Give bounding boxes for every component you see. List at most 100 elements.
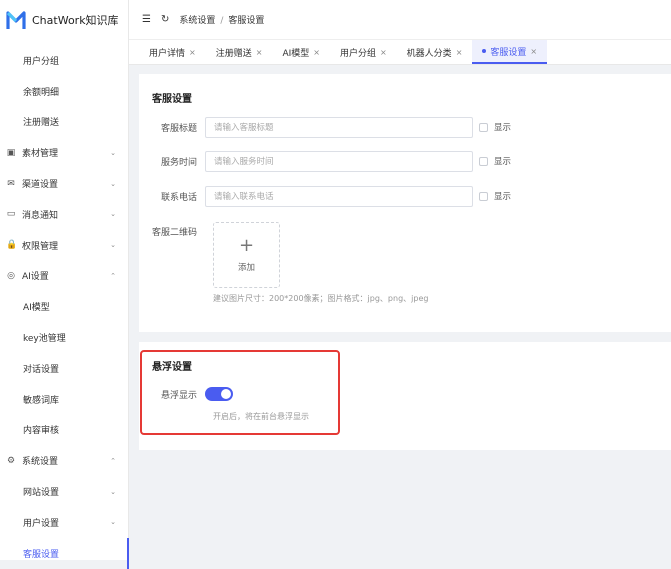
sidebar-item[interactable]: 网站设置 ⌄ [0, 476, 128, 507]
sidebar-item-label: 内容审核 [23, 426, 60, 437]
sidebar-item-label: 素材管理 [22, 149, 59, 160]
sidebar-item-label: 系统设置 [22, 457, 59, 468]
tab-label: 用户分组 [339, 48, 376, 59]
sidebar-item[interactable]: ▣ 素材管理 ⌄ [0, 137, 128, 168]
tab[interactable]: AI模型 × [272, 40, 330, 64]
chevron-up-icon: ⌃ [110, 271, 116, 280]
checkbox-box[interactable] [479, 191, 488, 201]
sidebar-item[interactable]: ▭ 消息通知 ⌄ [0, 199, 128, 230]
breadcrumb-item[interactable]: 系统设置 [179, 16, 215, 26]
sidebar-item-label: AI设置 [22, 272, 49, 283]
field-label: 联系电话 [160, 192, 197, 203]
tab-label: 机器人分类 [406, 48, 452, 59]
sidebar-item[interactable]: ◎ AI设置 ⌃ [0, 261, 128, 292]
sidebar-item[interactable]: AI模型 [0, 291, 128, 322]
sidebar-item-label: 网站设置 [23, 488, 60, 499]
show-phone-checkbox[interactable]: 显示 [479, 190, 511, 202]
checkbox-label: 显示 [494, 123, 512, 133]
sidebar-item[interactable]: 对话设置 [0, 353, 128, 384]
sidebar-item-label: 渠道设置 [22, 180, 59, 191]
tab[interactable]: 用户详情 × [139, 40, 206, 64]
sidebar-item-label: AI模型 [23, 303, 50, 314]
show-hours-checkbox[interactable]: 显示 [479, 155, 511, 167]
service-settings-card: 客服设置 客服标题 请输入客服标题 显示 服务时间 请输入服务时间 显示 联系电… [139, 74, 671, 332]
close-icon[interactable]: × [530, 47, 537, 56]
field-label: 服务时间 [160, 157, 197, 168]
chevron-down-icon: ⌄ [110, 179, 116, 188]
active-dot-icon [482, 49, 487, 53]
qrcode-upload-button[interactable]: + 添加 [213, 222, 280, 288]
form-row-title: 客服标题 请输入客服标题 显示 [139, 116, 511, 138]
logo[interactable]: ChatWork知识库 [0, 0, 128, 40]
service-hours-input[interactable]: 请输入服务时间 [205, 150, 473, 172]
close-icon[interactable]: × [256, 48, 263, 57]
sidebar-item[interactable]: 🔒 权限管理 ⌄ [0, 230, 128, 261]
sidebar-item-label: 消息通知 [22, 210, 59, 221]
upload-hint: 建议图片尺寸：200*200像素；图片格式：jpg、png、jpeg [213, 294, 429, 303]
message-icon: ▭ [6, 209, 16, 220]
chevron-down-icon: ⌄ [110, 148, 116, 157]
close-icon[interactable]: × [313, 48, 320, 57]
sidebar-item[interactable]: ✉ 渠道设置 ⌄ [0, 168, 128, 199]
sidebar-item-label: 权限管理 [22, 241, 59, 252]
app-title: ChatWork知识库 [32, 14, 119, 27]
sidebar-item[interactable]: 用户设置 ⌄ [0, 507, 128, 538]
sidebar-item[interactable]: 内容审核 [0, 415, 128, 446]
tab[interactable]: 机器人分类 × [397, 40, 473, 64]
sidebar-item-label: 客服设置 [23, 549, 60, 560]
lock-icon: 🔒 [6, 240, 18, 251]
sidebar-item-label: 余额明细 [23, 87, 60, 98]
chevron-down-icon: ⌄ [110, 487, 116, 496]
tab-label: 注册赠送 [215, 48, 252, 59]
plus-icon: + [238, 235, 255, 256]
form-row-phone: 联系电话 请输入联系电话 显示 [139, 185, 511, 207]
sidebar-item[interactable]: 余额明细 [0, 76, 128, 107]
sidebar-item[interactable]: ⚙ 系统设置 ⌃ [0, 445, 128, 476]
tab-label: 客服设置 [490, 47, 527, 58]
breadcrumb: 系统设置 / 客服设置 [179, 13, 264, 26]
sidebar-item[interactable]: 注册赠送 [0, 107, 128, 138]
chevron-up-icon: ⌃ [110, 456, 116, 465]
breadcrumb-item-current: 客服设置 [228, 16, 265, 26]
sidebar-item-label: key池管理 [23, 334, 66, 345]
show-title-checkbox[interactable]: 显示 [479, 121, 511, 133]
sidebar-item[interactable]: 客服设置 [0, 537, 129, 569]
checkbox-label: 显示 [494, 192, 512, 202]
sidebar-item-label: 注册赠送 [23, 118, 60, 129]
upload-add-label: 添加 [237, 263, 255, 273]
chevron-down-icon: ⌄ [110, 518, 116, 527]
tab-label: AI模型 [282, 48, 310, 59]
tab[interactable]: 客服设置 × [472, 40, 548, 64]
field-label: 客服标题 [160, 123, 197, 134]
ai-icon: ◎ [7, 270, 15, 281]
sidebar-item[interactable]: 用户分组 [0, 45, 128, 76]
checkbox-label: 显示 [494, 157, 512, 167]
sidebar-menu: 用户分组 余额明细 注册赠送 ▣ 素材管理 ⌄ ✉ 渠道设置 ⌄ ▭ 消息通知 ⌄ 🔒 权限管理 ⌄ ◎ AI设… [0, 45, 129, 569]
breadcrumb-separator: / [220, 16, 224, 26]
service-phone-input[interactable]: 请输入联系电话 [205, 185, 473, 207]
checkbox-box[interactable] [479, 122, 488, 132]
checkbox-box[interactable] [479, 156, 488, 166]
form-row-qrcode: 客服二维码 [139, 220, 205, 242]
sidebar-item-label: 对话设置 [23, 364, 60, 375]
sidebar-item-label: 敏感词库 [23, 395, 60, 406]
close-icon[interactable]: × [189, 48, 196, 57]
sidebar-item-label: 用户分组 [23, 56, 60, 67]
sidebar: ChatWork知识库 用户分组 余额明细 注册赠送 ▣ 素材管理 ⌄ ✉ 渠道设置 ⌄ ▭ 消息通… [0, 0, 129, 569]
tab[interactable]: 注册赠送 × [206, 40, 273, 64]
logo-icon [6, 11, 26, 29]
tab[interactable]: 用户分组 × [330, 40, 397, 64]
gear-icon: ⚙ [6, 455, 16, 466]
close-icon[interactable]: × [380, 48, 387, 57]
service-title-input[interactable]: 请输入客服标题 [205, 116, 473, 138]
close-icon[interactable]: × [456, 48, 463, 57]
sidebar-item[interactable]: 敏感词库 [0, 384, 128, 415]
menu-toggle-icon[interactable]: ☰ [142, 14, 151, 25]
field-label: 客服二维码 [151, 227, 197, 238]
tab-bar: 用户详情 × 注册赠送 × AI模型 × 用户分组 × 机器人分类 × 客服设置 × [129, 40, 671, 65]
form-row-hours: 服务时间 请输入服务时间 显示 [139, 150, 511, 172]
chevron-down-icon: ⌄ [110, 241, 116, 250]
refresh-icon[interactable]: ↻ [161, 14, 169, 25]
sidebar-item[interactable]: key池管理 [0, 322, 128, 353]
service-settings-title: 客服设置 [152, 94, 192, 105]
